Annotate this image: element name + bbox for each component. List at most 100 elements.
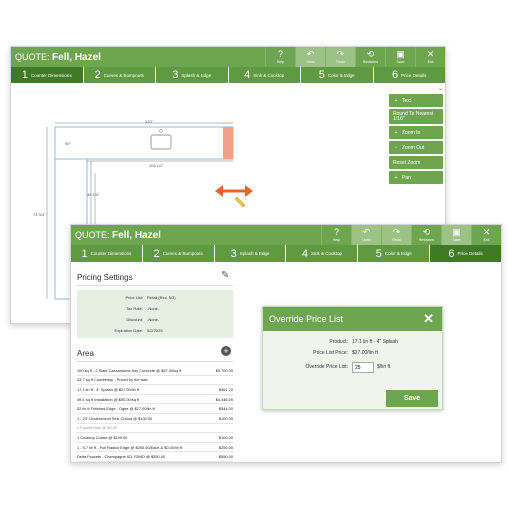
toolbar: ? Help ↶ Undo ↷ Redo ⟲ Revisions ▣ Save ✕ Exit — [265, 47, 445, 67]
tab-curves-bumpouts[interactable]: 2 Curves & Bumpouts — [82, 67, 156, 83]
override-unit: $/lin ft — [377, 364, 391, 370]
zoom-out-icon: - — [395, 144, 397, 151]
undo-icon: ↶ — [362, 227, 371, 237]
price-list-value: Retail (Rev. 5/3) — [147, 295, 176, 300]
dim-label: 48 1/4" — [87, 192, 100, 197]
area-line-item[interactable]: 17.1 lin ft - 4" Splash @ $27.00/lin ft $… — [77, 385, 233, 395]
line-item-description: 32 lin ft Finished Edge - Ogee @ $17.00/… — [77, 406, 155, 412]
tab-color-edge[interactable]: 5 Color & Edge — [300, 67, 373, 83]
area-line-item[interactable]: 3 Faucet Hole @ $0.00 — [77, 424, 233, 434]
tab-counter-dimensions[interactable]: 1 Counter Dimensions — [71, 245, 142, 262]
revisions-button[interactable]: ⟲ Revisions — [411, 225, 441, 245]
save-button[interactable]: ▣ Save — [385, 47, 415, 67]
close-icon[interactable]: ✕ — [423, 311, 434, 327]
pan-icon: + — [394, 174, 398, 181]
title-bar: QUOTE: Fell, Hazel ? Help ↶ Undo ↷ Redo ⟲ Re… — [11, 47, 445, 67]
area-line-item[interactable]: 1 - 23" Undermount Sink Cutout @ $100.00… — [77, 414, 233, 424]
zoom-in-icon: + — [394, 129, 398, 136]
exit-button[interactable]: ✕ Exit — [415, 47, 445, 67]
plus-icon: + — [394, 97, 398, 104]
title-bar: QUOTE: Fell, Hazel ? Help ↶ Undo ↷ Redo ⟲ Re… — [71, 225, 501, 245]
sink-cutout — [150, 134, 172, 150]
line-item-description: 3 Faucet Hole @ $0.00 — [77, 425, 118, 431]
close-icon: ✕ — [426, 49, 435, 59]
tab-counter-dimensions[interactable]: 1 Counter Dimensions — [11, 67, 83, 83]
line-item-description: 43.7 sq ft Countertop - Priced by the sl… — [77, 377, 148, 383]
selected-edge-highlight — [223, 127, 233, 159]
divider — [77, 285, 233, 286]
discount-value: -None- — [147, 317, 160, 322]
expiration-date-value: 5/2/2025 — [147, 328, 163, 333]
tab-color-edge[interactable]: 5 Color & Edge — [357, 245, 429, 262]
area-line-item[interactable]: 1 - 5.7 lin ft - Full Radius Edge @ $250… — [77, 443, 233, 453]
add-icon[interactable]: + — [221, 346, 231, 356]
undo-icon: ↶ — [306, 49, 315, 59]
edit-icon[interactable]: ✎ — [221, 270, 229, 281]
line-item-description: 1 - 23" Undermount Sink Cutout @ $100.00 — [77, 415, 153, 421]
step-tabs: 1 Counter Dimensions 2 Curves & Bumpouts 3… — [11, 67, 445, 83]
line-item-description: 1 - 5.7 lin ft - Full Radius Edge @ $250… — [77, 444, 183, 450]
redo-icon: ↷ — [336, 49, 345, 59]
pricing-settings-title: Pricing Settings — [77, 273, 133, 282]
help-button[interactable]: ? Help — [265, 47, 295, 67]
line-item-amount: $550.00 — [218, 454, 233, 460]
override-price-input[interactable]: 25 — [352, 362, 374, 373]
reset-zoom-button[interactable]: Reset Zoom — [389, 156, 443, 169]
pricing-settings-box: Price List: Retail (Rev. 5/3) Tax Rate: … — [77, 290, 233, 338]
line-item-description: 1 Cooktop Cutout @ $100.00 — [77, 434, 128, 440]
round-nearest-button[interactable]: Round To Nearest 1/16" — [389, 109, 443, 124]
line-item-amount: $250.00 — [218, 444, 233, 450]
quote-title: QUOTE: Fell, Hazel — [15, 51, 101, 63]
redo-button[interactable]: ↷ Redo — [325, 47, 355, 67]
area-line-items: 100 sq ft - 2 Slate Caesarstone Airy Con… — [77, 366, 233, 462]
step-tabs: 1 Counter Dimensions 2 Curves & Bumpouts 3… — [71, 245, 501, 262]
tab-sink-cooktop[interactable]: 4 Sink & Cooktop — [227, 67, 301, 83]
tab-splash-edge[interactable]: 3 Splash & Edge — [213, 245, 286, 262]
exit-button[interactable]: ✕ Exit — [471, 225, 501, 245]
save-button[interactable]: ▣ Save — [441, 225, 471, 245]
tab-splash-edge[interactable]: 3 Splash & Edge — [155, 67, 228, 83]
redo-icon: ↷ — [392, 227, 401, 237]
price-list-price-row: Price List Price: $27.00/lin ft — [313, 350, 378, 356]
undo-button[interactable]: ↶ Undo — [295, 47, 325, 67]
override-price-dialog: Override Price List ✕ Product: 17.1 lin f… — [262, 306, 443, 410]
zoom-out-button[interactable]: - Zoom Out — [389, 141, 443, 154]
pan-button[interactable]: + Pan — [389, 171, 443, 184]
zoom-in-button[interactable]: + Zoom In — [389, 126, 443, 139]
area-line-item[interactable]: 1 Cooktop Cutout @ $100.00 $100.00 — [77, 433, 233, 443]
tab-curves-bumpouts[interactable]: 2 Curves & Bumpouts — [141, 245, 214, 262]
dim-label: 73 3/4" — [33, 212, 46, 217]
dim-label: 105 1/2" — [149, 163, 164, 168]
quote-title: QUOTE: Fell, Hazel — [75, 229, 161, 241]
tab-sink-cooktop[interactable]: 4 Sink & Cooktop — [285, 245, 357, 262]
add-text-button[interactable]: + Text — [389, 94, 443, 107]
line-item-amount: $4,446.00 — [215, 396, 233, 402]
line-item-amount: $5,700.00 — [215, 367, 233, 373]
save-override-button[interactable]: Save — [386, 390, 438, 407]
line-item-amount: $544.00 — [218, 406, 233, 412]
history-icon: ⟲ — [366, 49, 375, 59]
help-button[interactable]: ? Help — [321, 225, 351, 245]
tab-price-details[interactable]: 6 Price Details — [429, 245, 501, 262]
line-item-amount: $461.70 — [218, 386, 233, 392]
line-item-description: 49.4 sq ft Installation @ $90.00/sq ft — [77, 396, 140, 402]
revisions-button[interactable]: ⟲ Revisions — [355, 47, 385, 67]
area-line-item[interactable]: 100 sq ft - 2 Slate Caesarstone Airy Con… — [77, 366, 233, 376]
area-line-item[interactable]: 49.4 sq ft Installation @ $90.00/sq ft $4… — [77, 395, 233, 405]
area-line-item[interactable]: 32 lin ft Finished Edge - Ogee @ $17.00/… — [77, 404, 233, 414]
chevron-down-icon[interactable]: ⌄ — [438, 85, 443, 92]
resize-arrow-icon — [215, 185, 253, 197]
dialog-header: Override Price List — [263, 307, 442, 331]
help-icon: ? — [277, 49, 283, 59]
area-line-item[interactable]: Delta Faucets - Champagne XD-7094D @ $55… — [77, 452, 233, 462]
tab-price-details[interactable]: 6 Price Details — [372, 67, 446, 83]
redo-button[interactable]: ↷ Redo — [381, 225, 411, 245]
undo-button[interactable]: ↶ Undo — [351, 225, 381, 245]
product-row: Product: 17.1 lin ft - 4" Splash — [329, 339, 398, 345]
counter-top-piece — [54, 126, 234, 160]
line-item-amount: $100.00 — [218, 434, 233, 440]
save-icon: ▣ — [452, 227, 461, 237]
pencil-cursor-icon — [234, 196, 246, 208]
area-line-item[interactable]: 43.7 sq ft Countertop - Priced by the sl… — [77, 376, 233, 386]
price-details-window: QUOTE: Fell, Hazel ? Help ↶ Undo ↷ Redo ⟲ Re… — [70, 224, 502, 463]
